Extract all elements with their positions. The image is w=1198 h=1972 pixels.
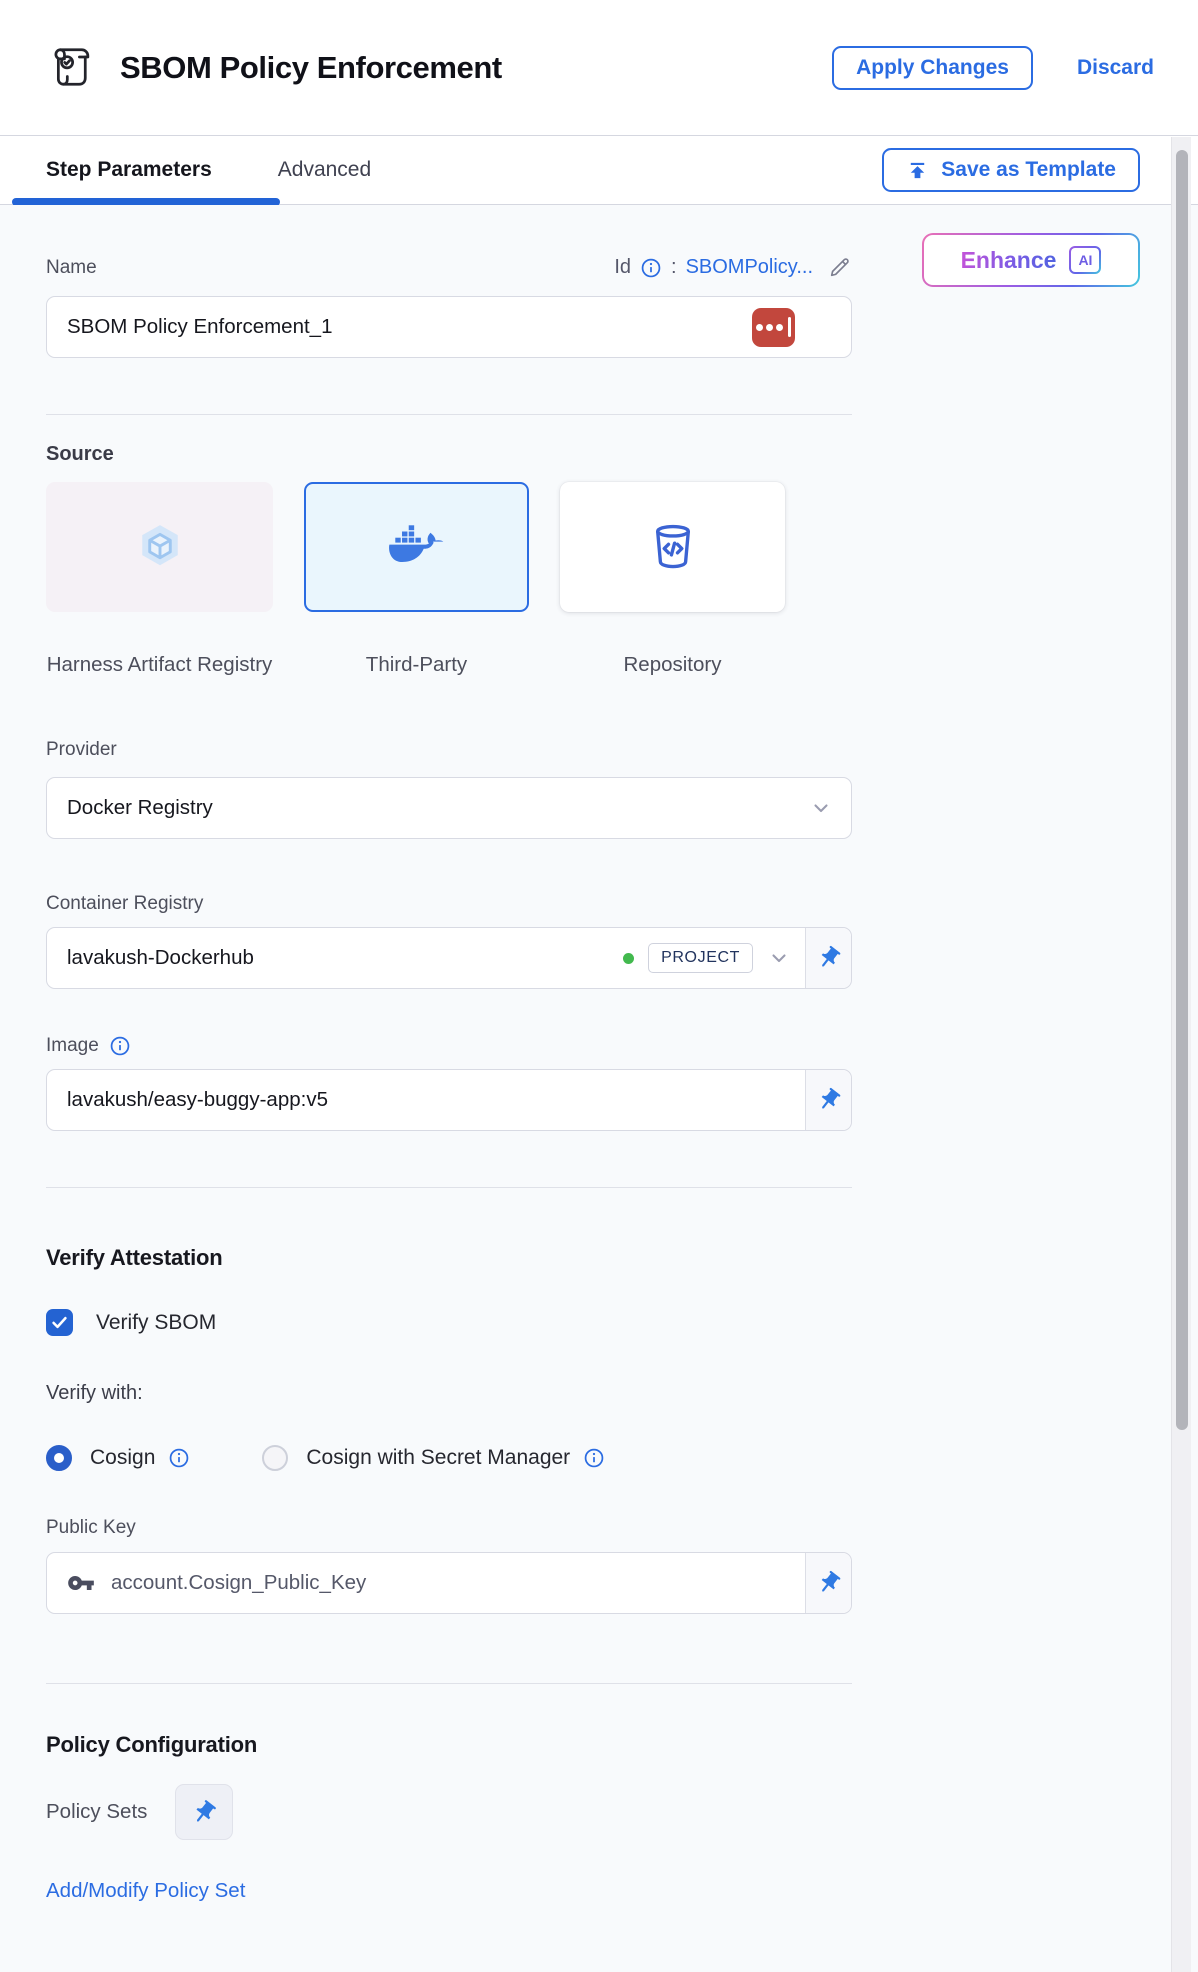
pin-icon	[810, 1565, 846, 1601]
public-key-value: account.Cosign_Public_Key	[111, 1571, 366, 1595]
save-as-template-button[interactable]: Save as Template	[882, 148, 1140, 192]
radio-option-cosign-secret-manager[interactable]: Cosign with Secret Manager	[262, 1445, 605, 1471]
image-info-icon[interactable]	[109, 1035, 131, 1057]
verify-sbom-checkbox-row[interactable]: Verify SBOM	[46, 1309, 852, 1336]
step-id-row: Id : SBOMPolicy...	[614, 255, 852, 280]
repository-card[interactable]	[560, 482, 785, 612]
name-input[interactable]: SBOM Policy Enforcement_1	[46, 296, 852, 358]
source-option-label: Harness Artifact Registry	[46, 650, 273, 679]
connector-status-dot	[623, 953, 634, 964]
step-parameters-panel: Enhance AI Name Id : SBOMPolicy...	[0, 205, 1198, 1972]
provider-label: Provider	[46, 739, 852, 761]
radio-selected-icon[interactable]	[46, 1445, 72, 1471]
name-input-value: SBOM Policy Enforcement_1	[67, 315, 332, 339]
sbom-policy-step-icon	[46, 42, 98, 94]
source-option-third-party[interactable]: Third-Party	[304, 482, 529, 679]
provider-select[interactable]: Docker Registry	[46, 777, 852, 839]
container-registry-value: lavakush-Dockerhub	[67, 946, 254, 970]
fixed-value-pin-button[interactable]	[805, 1553, 851, 1613]
verify-with-label: Verify with:	[46, 1382, 852, 1405]
name-label: Name	[46, 257, 97, 279]
ai-badge-icon: AI	[1069, 246, 1101, 274]
source-option-label: Third-Party	[304, 650, 529, 679]
name-id-row: Name Id : SBOMPolicy...	[46, 255, 852, 280]
enhance-ai-button[interactable]: Enhance AI	[922, 233, 1140, 287]
policy-sets-label: Policy Sets	[46, 1800, 147, 1824]
cosign-info-icon[interactable]	[168, 1447, 190, 1469]
upload-icon	[906, 159, 929, 182]
edit-id-icon[interactable]	[827, 255, 852, 280]
chevron-down-icon	[767, 946, 791, 970]
page-title: SBOM Policy Enforcement	[120, 50, 502, 86]
pin-icon	[810, 940, 846, 976]
container-registry-select[interactable]: lavakush-Dockerhub PROJECT	[46, 927, 852, 989]
source-option-harness-artifact-registry[interactable]: Harness Artifact Registry	[46, 482, 273, 679]
id-label: Id	[614, 256, 631, 279]
apply-changes-button[interactable]: Apply Changes	[832, 46, 1033, 90]
source-option-label: Repository	[560, 650, 785, 679]
provider-value: Docker Registry	[67, 796, 213, 820]
source-label: Source	[46, 443, 852, 466]
fixed-value-pin-button[interactable]	[805, 1070, 851, 1130]
policy-configuration-heading: Policy Configuration	[46, 1732, 852, 1758]
password-manager-autofill-icon[interactable]	[752, 308, 795, 347]
policy-sets-pin-button[interactable]	[175, 1784, 233, 1840]
radio-option-cosign[interactable]: Cosign	[46, 1445, 190, 1471]
verify-with-radio-group: Cosign Cosign with Secret Manager	[46, 1445, 852, 1471]
scrollbar-track[interactable]	[1171, 137, 1191, 1972]
verify-attestation-heading: Verify Attestation	[46, 1245, 852, 1271]
image-label: Image	[46, 1035, 99, 1057]
divider	[46, 1187, 852, 1188]
radio-unselected-icon[interactable]	[262, 1445, 288, 1471]
tab-step-parameters[interactable]: Step Parameters	[46, 158, 212, 182]
source-options: Harness Artifact Registry	[46, 482, 852, 679]
policy-sets-row: Policy Sets	[46, 1784, 852, 1840]
public-key-input[interactable]: account.Cosign_Public_Key	[46, 1552, 852, 1614]
step-id-value[interactable]: SBOMPolicy...	[686, 256, 813, 279]
id-info-icon[interactable]	[640, 257, 662, 279]
tabs-bar: Step Parameters Advanced Save as Templat…	[0, 135, 1198, 205]
cosign-secret-manager-info-icon[interactable]	[583, 1447, 605, 1469]
discard-button[interactable]: Discard	[1077, 56, 1154, 80]
third-party-card-selected[interactable]	[304, 482, 529, 612]
source-option-repository[interactable]: Repository	[560, 482, 785, 679]
step-config-panel: SBOM Policy Enforcement Apply Changes Di…	[0, 0, 1198, 1972]
tab-advanced[interactable]: Advanced	[278, 158, 371, 182]
verify-sbom-label: Verify SBOM	[96, 1311, 216, 1335]
header: SBOM Policy Enforcement Apply Changes Di…	[0, 0, 1198, 135]
container-registry-label: Container Registry	[46, 893, 852, 915]
pin-icon	[186, 1794, 222, 1830]
docker-whale-icon	[386, 516, 448, 578]
harness-artifact-registry-card[interactable]	[46, 482, 273, 612]
add-modify-policy-set-link[interactable]: Add/Modify Policy Set	[46, 1879, 245, 1903]
image-input-value: lavakush/easy-buggy-app:v5	[67, 1088, 328, 1112]
scope-badge: PROJECT	[648, 943, 753, 973]
repository-bucket-icon	[646, 520, 700, 574]
chevron-down-icon	[809, 796, 833, 820]
step-form: Name Id : SBOMPolicy...	[46, 255, 852, 1903]
pin-icon	[810, 1082, 846, 1118]
verify-sbom-checkbox[interactable]	[46, 1309, 73, 1336]
divider	[46, 414, 852, 415]
image-input[interactable]: lavakush/easy-buggy-app:v5	[46, 1069, 852, 1131]
secret-key-icon	[67, 1569, 95, 1597]
image-label-row: Image	[46, 1035, 852, 1057]
public-key-label: Public Key	[46, 1517, 852, 1539]
divider	[46, 1683, 852, 1684]
harness-artifact-registry-icon	[132, 519, 188, 575]
fixed-value-pin-button[interactable]	[805, 928, 851, 988]
scrollbar-thumb[interactable]	[1176, 150, 1188, 1430]
